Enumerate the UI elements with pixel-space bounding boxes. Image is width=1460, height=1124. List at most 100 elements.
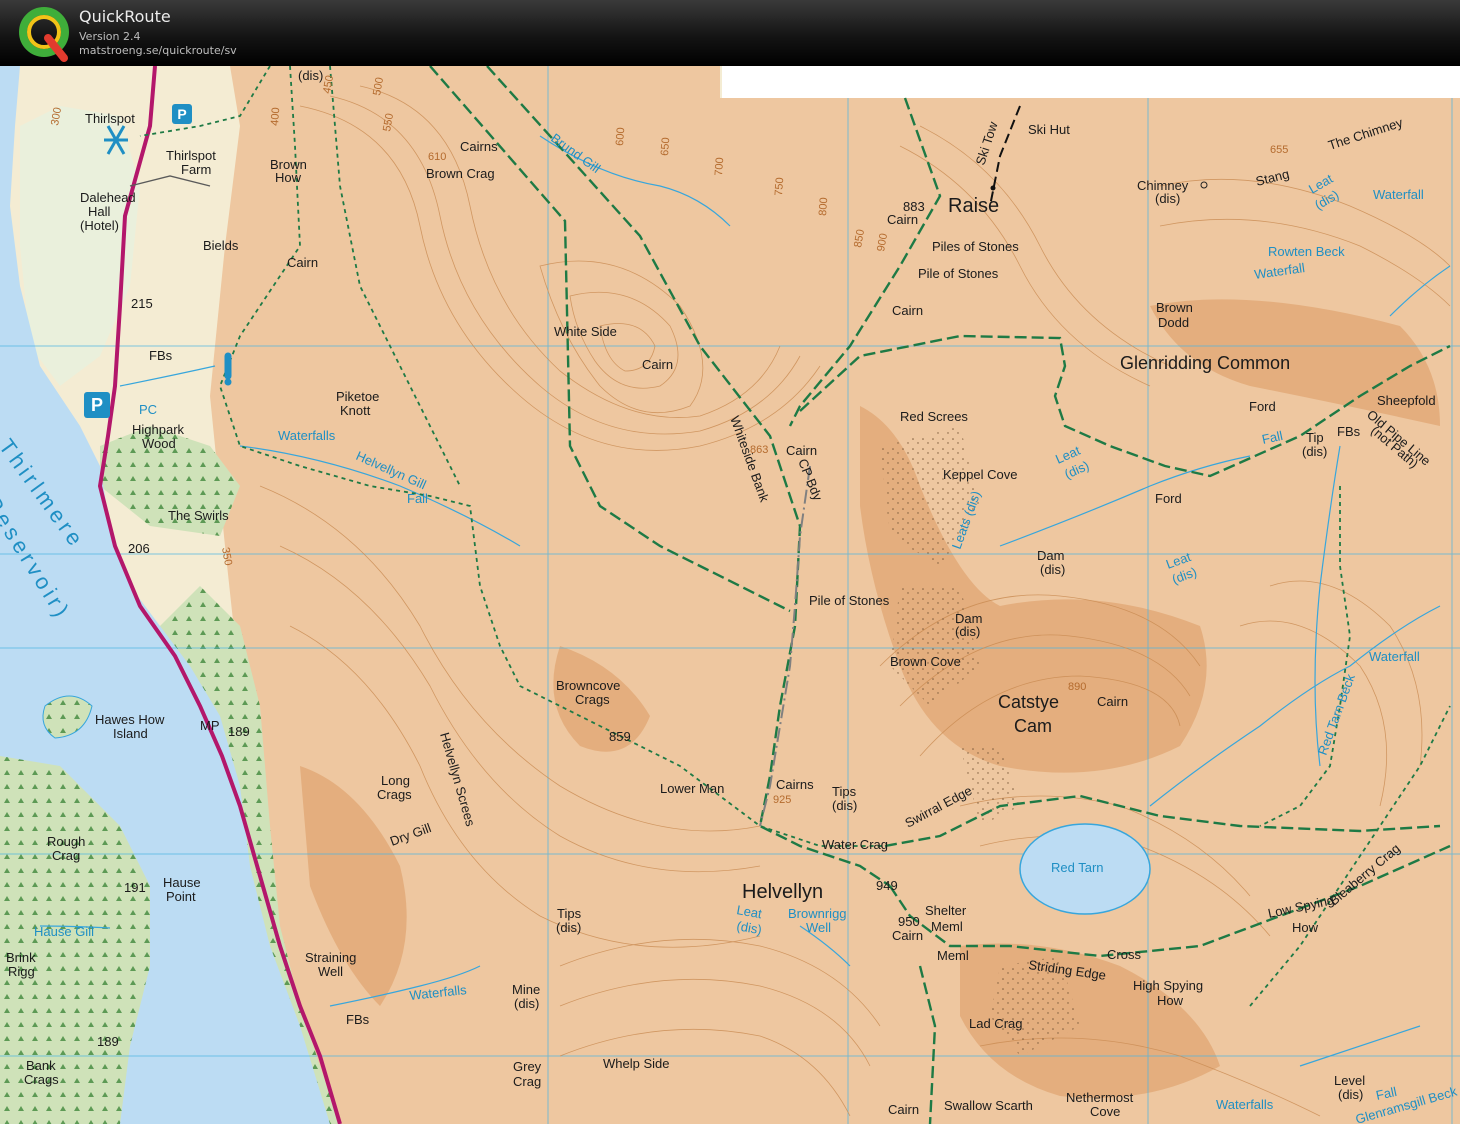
label-rough-crag-1: Rough [47, 834, 85, 849]
label-dam-2b: (dis) [955, 624, 980, 639]
height-189a: 189 [228, 724, 250, 739]
label-level-1: Level [1334, 1073, 1365, 1088]
label-high-spying-1: High Spying [1133, 978, 1203, 993]
label-catstye-1: Catstye [998, 692, 1059, 712]
label-brown-crag: Brown Crag [426, 166, 495, 181]
label-cairn-4: Cairn [892, 303, 923, 318]
label-dalehead-1: Dalehead [80, 190, 136, 205]
height-890: 890 [1068, 681, 1086, 693]
label-low-spying-2: How [1292, 920, 1319, 935]
parking-icon[interactable]: P [84, 392, 110, 418]
label-cairn-7: Cairn [888, 1102, 919, 1117]
label-straining-1: Straining [305, 950, 356, 965]
label-grey-crag-2: Crag [513, 1074, 541, 1089]
label-cairn-2: Cairn [642, 357, 673, 372]
label-thirlspot: Thirlspot [85, 111, 135, 126]
label-hause-point-2: Point [166, 889, 196, 904]
label-glenridding-common: Glenridding Common [1120, 353, 1290, 373]
label-brown-how-2: How [275, 170, 302, 185]
map-canvas[interactable]: Helvellyn Raise Catstye Cam Glenridding … [0, 66, 1460, 1124]
label-browncove-1: Browncove [556, 678, 620, 693]
label-red-tarn: Red Tarn [1051, 860, 1104, 875]
label-piketoe-1: Piketoe [336, 389, 379, 404]
label-red-screes: Red Screes [900, 409, 968, 424]
label-rowten-beck: Rowten Beck [1268, 244, 1345, 259]
label-mp: MP [200, 718, 220, 733]
label-long-crags-2: Crags [377, 787, 412, 802]
label-tip-1b: (dis) [1302, 444, 1327, 459]
label-tip-1: Tip [1306, 430, 1324, 445]
label-piles-of-stones: Piles of Stones [932, 239, 1019, 254]
height-859: 859 [609, 729, 631, 744]
app-title: QuickRoute [79, 7, 171, 26]
label-straining-2: Well [318, 964, 343, 979]
label-meml-1: Meml [931, 919, 963, 934]
label-chimney-2: (dis) [1155, 191, 1180, 206]
contour-700: 700 [713, 157, 726, 176]
label-tips-1b: (dis) [832, 798, 857, 813]
label-dalehead-2: Hall [88, 204, 111, 219]
map-svg[interactable]: Helvellyn Raise Catstye Cam Glenridding … [0, 66, 1460, 1124]
label-helvellyn: Helvellyn [742, 881, 823, 903]
height-610: 610 [428, 151, 446, 163]
label-brink-rigg-2: Rigg [8, 964, 35, 979]
contour-600: 600 [614, 127, 627, 146]
height-863: 863 [750, 444, 768, 456]
label-cairns-lower: Cairns [776, 777, 814, 792]
height-206: 206 [128, 541, 150, 556]
label-fbs-2: FBs [1337, 424, 1361, 439]
label-catstye-2: Cam [1014, 716, 1052, 736]
label-dalehead-3: (Hotel) [80, 218, 119, 233]
label-highpark-2: Wood [142, 436, 176, 451]
label-bank-crags-1: Bank [26, 1058, 56, 1073]
label-sheepfold: Sheepfold [1377, 393, 1436, 408]
label-hause-gill: Hause Gill [34, 924, 94, 939]
label-meml-2: Meml [937, 948, 969, 963]
label-waterfall-1: Waterfall [1373, 187, 1424, 202]
app-version: Version 2.4 [79, 30, 140, 43]
label-fall-1: Fall [407, 491, 428, 506]
contour-400: 400 [269, 107, 282, 126]
label-water-crag: Water Crag [822, 837, 888, 852]
label-dam-1: Dam [1037, 548, 1064, 563]
label-lower-man: Lower Man [660, 781, 724, 796]
parking-icon-top[interactable]: P [172, 104, 192, 124]
label-ski-hut: Ski Hut [1028, 122, 1070, 137]
height-191: 191 [124, 880, 146, 895]
label-cross: Cross [1107, 947, 1141, 962]
contour-650: 650 [659, 137, 672, 156]
label-hause-point-1: Hause [163, 875, 201, 890]
label-cairn-raise: Cairn [887, 212, 918, 227]
height-883: 883 [903, 199, 925, 214]
label-tips-2: Tips [557, 906, 582, 921]
label-cairn-6: Cairn [892, 928, 923, 943]
label-waterfalls-1: Waterfalls [278, 428, 336, 443]
label-tips-2b: (dis) [556, 920, 581, 935]
label-brown-dodd-1: Brown [1156, 300, 1193, 315]
label-waterfall-2: Waterfall [1369, 649, 1420, 664]
label-shelter: Shelter [925, 903, 967, 918]
label-fbs-1: FBs [149, 348, 173, 363]
label-dam-1b: (dis) [1040, 562, 1065, 577]
label-fbs-3: FBs [346, 1012, 370, 1027]
label-waterfalls-3: Waterfalls [1216, 1097, 1274, 1112]
label-browncove-2: Crags [575, 692, 610, 707]
label-pile-of-stones-2: Pile of Stones [809, 593, 890, 608]
label-high-spying-2: How [1157, 993, 1184, 1008]
label-ford-2: Ford [1155, 491, 1182, 506]
label-lad-crag: Lad Crag [969, 1016, 1022, 1031]
quickroute-logo [18, 6, 70, 62]
app-url[interactable]: matstroeng.se/quickroute/sv [79, 44, 237, 57]
label-long-crags-1: Long [381, 773, 410, 788]
label-pc: PC [139, 402, 157, 417]
label-thirlspot-farm-2: Farm [181, 162, 211, 177]
label-ford-1: Ford [1249, 399, 1276, 414]
height-215: 215 [131, 296, 153, 311]
label-dis-top: (dis) [298, 68, 323, 83]
label-brown-dodd-2: Dodd [1158, 315, 1189, 330]
label-nethermost-1: Nethermost [1066, 1090, 1134, 1105]
label-brownrigg-1: Brownrigg [788, 906, 847, 921]
label-brink-rigg-1: Brink [6, 950, 36, 965]
label-keppel-cove: Keppel Cove [943, 467, 1017, 482]
contour-655: 655 [1270, 144, 1288, 156]
